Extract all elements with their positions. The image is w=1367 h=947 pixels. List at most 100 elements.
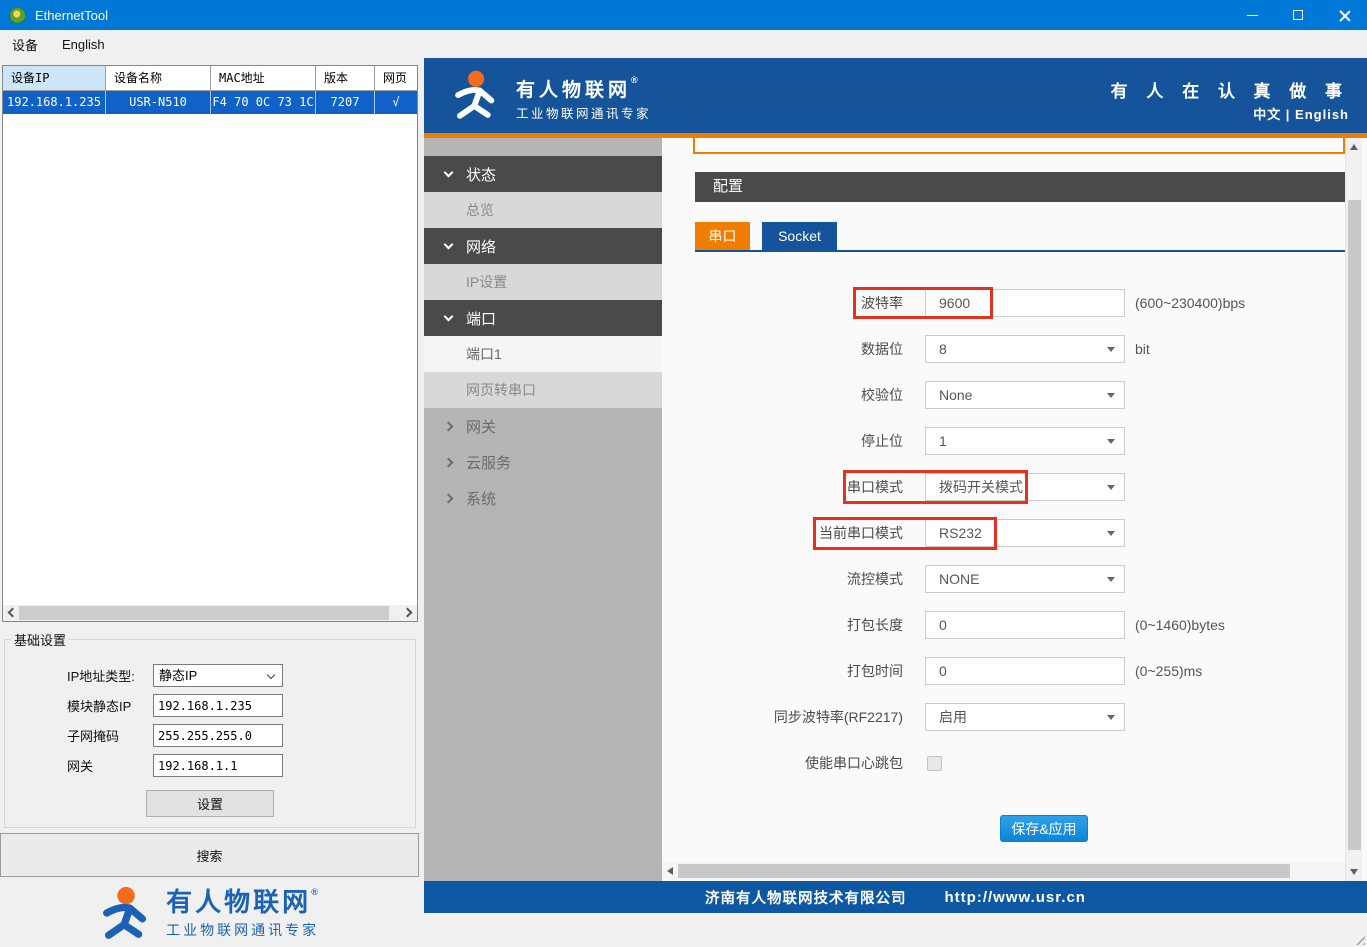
column-header-device-ip[interactable]: 设备IP [3,66,106,90]
chevron-right-icon [444,458,454,468]
chevron-down-icon [444,240,454,250]
tab-serial[interactable]: 串口 [695,222,750,250]
vscrollbar-thumb[interactable] [1348,200,1361,850]
scroll-down-icon[interactable] [1350,869,1358,875]
sidebar-item-ip-settings[interactable]: IP设置 [424,264,662,300]
column-header-web[interactable]: 网页 [375,66,417,90]
save-apply-button[interactable]: 保存&应用 [1000,815,1088,842]
sidebar-item-system[interactable]: 系统 [424,480,662,516]
usr-person-icon-white [450,69,504,123]
device-table-header: 设备IP 设备名称 MAC地址 版本 网页 [3,66,417,91]
serial-mode-label: 串口模式 [662,477,903,497]
packet-length-input[interactable] [925,611,1125,639]
tab-socket[interactable]: Socket [762,222,837,250]
sidebar-item-status[interactable]: 状态 [424,156,662,192]
column-header-device-name[interactable]: 设备名称 [106,66,211,90]
scroll-right-icon[interactable] [403,608,413,618]
content-vscrollbar[interactable] [1345,138,1362,881]
stop-bits-select[interactable]: 1 [925,427,1125,455]
sidebar-item-cloud[interactable]: 云服务 [424,444,662,480]
device-table-hscrollbar[interactable] [3,605,417,621]
sidebar-item-overview[interactable]: 总览 [424,192,662,228]
data-bits-select[interactable]: 8 [925,335,1125,363]
web-registered-mark: ® [631,75,642,85]
subnet-mask-label: 子网掩码 [67,726,153,745]
baud-rate-hint: (600~230400)bps [1135,295,1245,311]
sidebar-item-web-to-serial[interactable]: 网页转串口 [424,372,662,408]
baud-rate-input[interactable] [925,289,1125,317]
web-brand-slogan: 工业物联网通讯专家 [516,103,651,122]
basic-settings-group: 基础设置 IP地址类型: 静态IP 模块静态IP 子网掩码 网关 设置 [4,630,416,828]
scroll-left-icon[interactable] [8,608,18,618]
sidebar-item-network[interactable]: 网络 [424,228,662,264]
brand-motto: 有 人 在 认 真 做 事 [1111,77,1349,102]
scrolled-section-remnant [693,138,1345,154]
resize-grip[interactable] [1352,932,1365,945]
caret-down-icon [1107,485,1115,490]
caret-down-icon [1107,715,1115,720]
maximize-button[interactable] [1275,0,1321,30]
content-hscrollbar[interactable] [662,862,1362,880]
hscrollbar-thumb[interactable] [678,864,1290,878]
config-content: 配置 串口 Socket 波特率 (600~230400)bps 数据位 8 b… [662,138,1345,881]
titlebar[interactable]: EthernetTool [0,0,1367,30]
flow-control-select[interactable]: NONE [925,565,1125,593]
ip-type-value: 静态IP [159,668,197,683]
packet-time-input[interactable] [925,657,1125,685]
footer-company: 济南有人物联网技术有限公司 [705,887,907,908]
footer-url-link[interactable]: http://www.usr.cn [945,889,1086,906]
close-icon [1339,10,1350,21]
ip-type-select[interactable]: 静态IP [153,664,283,687]
sidebar-item-port[interactable]: 端口 [424,300,662,336]
open-web-link[interactable]: √ [375,91,417,114]
parity-label: 校验位 [662,385,903,405]
chevron-right-icon [444,422,454,432]
current-serial-mode-select[interactable]: RS232 [925,519,1125,547]
serial-mode-select[interactable]: 拨码开关模式 [925,473,1125,501]
minimize-button[interactable] [1229,0,1275,30]
gateway-field[interactable] [153,754,283,777]
menu-device[interactable]: 设备 [0,35,50,54]
app-window: EthernetTool 设备 English 设备IP 设备名称 MAC地址 … [0,0,1367,947]
maximize-icon [1293,10,1303,20]
web-header: 有人物联网® 工业物联网通讯专家 有 人 在 认 真 做 事 中文 | Engl… [424,58,1367,133]
parity-select[interactable]: None [925,381,1125,409]
minimize-icon [1247,15,1258,16]
close-button[interactable] [1321,0,1367,30]
caret-down-icon [1107,393,1115,398]
chevron-right-icon [444,494,454,504]
sync-baud-label: 同步波特率(RF2217) [662,707,903,727]
data-bits-label: 数据位 [662,339,903,359]
hscrollbar-thumb[interactable] [19,606,389,620]
sidebar-item-port1[interactable]: 端口1 [424,336,662,372]
heartbeat-checkbox[interactable] [927,756,942,771]
set-button[interactable]: 设置 [146,790,274,817]
column-header-mac[interactable]: MAC地址 [211,66,316,90]
column-header-version[interactable]: 版本 [316,66,375,90]
chevron-down-icon [444,168,454,178]
usr-person-icon [98,885,156,943]
static-ip-field[interactable] [153,694,283,717]
cell-device-name: USR-N510 [106,91,211,114]
menu-english[interactable]: English [50,37,117,52]
registered-mark: ® [311,887,321,897]
sidebar-item-gateway[interactable]: 网关 [424,408,662,444]
ip-type-label: IP地址类型: [67,666,153,685]
current-serial-mode-label: 当前串口模式 [662,523,903,543]
scroll-up-icon[interactable] [1350,144,1358,150]
embedded-web-page: 有人物联网® 工业物联网通讯专家 有 人 在 认 真 做 事 中文 | Engl… [424,58,1367,947]
search-button[interactable]: 搜索 [0,833,419,877]
table-row[interactable]: 192.168.1.235 USR-N510 F4 70 0C 73 1C 83… [3,91,417,114]
window-controls [1229,0,1367,30]
scroll-left-icon[interactable] [667,867,673,875]
brand-name: 有人物联网 [166,887,311,917]
window-title: EthernetTool [35,8,108,23]
cell-device-ip: 192.168.1.235 [3,91,106,114]
sync-baud-select[interactable]: 启用 [925,703,1125,731]
cell-version: 7207 [316,91,375,114]
language-switch[interactable]: 中文 | English [1253,104,1349,123]
subnet-mask-field[interactable] [153,724,283,747]
chevron-down-icon [267,671,275,679]
baud-rate-label: 波特率 [662,293,903,313]
caret-down-icon [1107,347,1115,352]
